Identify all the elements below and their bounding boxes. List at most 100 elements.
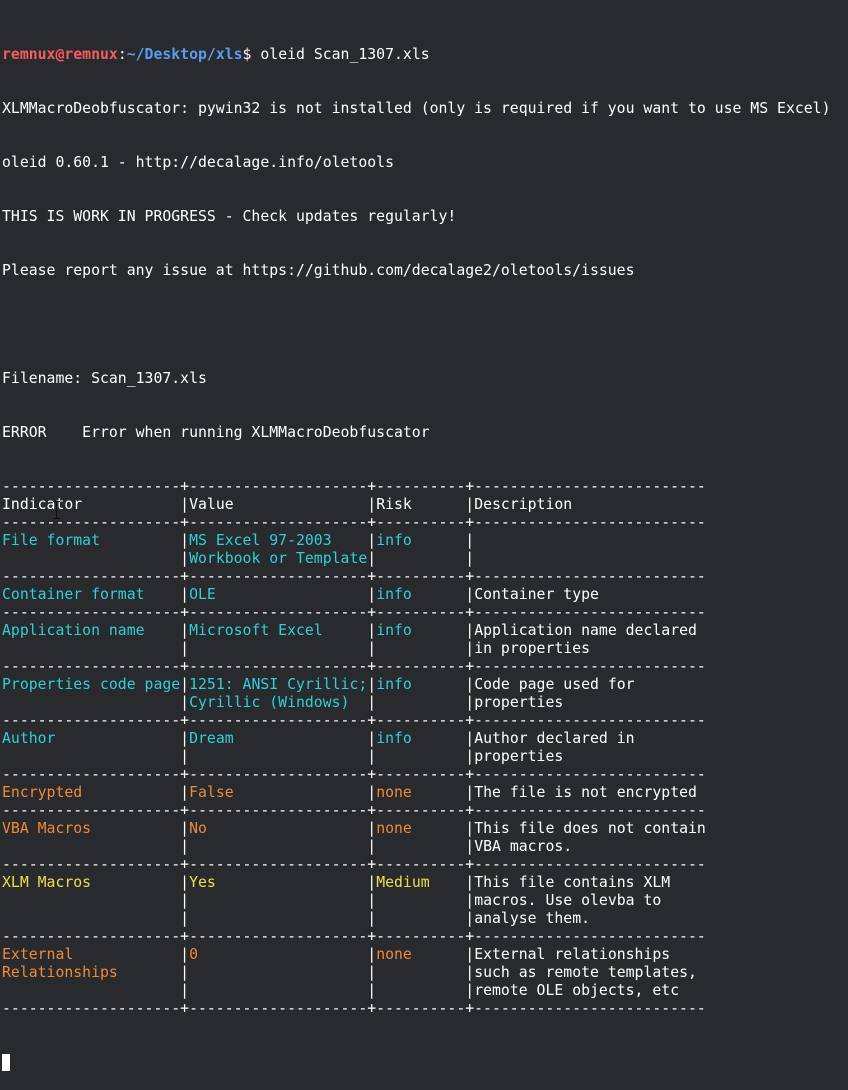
output-line: Please report any issue at https://githu…: [2, 262, 635, 279]
indicator-cell: Container format: [2, 586, 181, 603]
table-row: | | |properties: [2, 748, 848, 766]
risk-cell: [376, 838, 465, 855]
column-divider: |: [367, 730, 377, 747]
risk-cell: none: [376, 946, 466, 963]
value-cell: Yes: [189, 874, 368, 891]
table-separator: --------------------+-------------------…: [2, 856, 706, 873]
indicator-cell: [2, 892, 180, 909]
column-divider: |: [367, 838, 377, 855]
description-cell: This file does not contain: [474, 820, 706, 837]
table-separator: --------------------+-------------------…: [2, 478, 706, 495]
value-cell: Workbook or Template: [189, 550, 368, 567]
indicator-cell: [2, 640, 180, 657]
column-divider: |: [465, 964, 475, 981]
table-row: |Cyrillic (Windows) | |properties: [2, 694, 848, 712]
value-cell: [189, 838, 367, 855]
column-divider: |: [367, 496, 377, 513]
column-divider: |: [465, 586, 475, 603]
table-separator: --------------------+-------------------…: [2, 928, 706, 945]
column-divider: |: [465, 550, 475, 567]
column-divider: |: [180, 820, 190, 837]
column-divider: |: [367, 532, 377, 549]
table-row: Application name |Microsoft Excel |info …: [2, 622, 848, 640]
column-divider: |: [180, 622, 190, 639]
table-row: | | |macros. Use olevba to: [2, 892, 848, 910]
indicator-cell: [2, 838, 180, 855]
value-cell: OLE: [189, 586, 368, 603]
description-cell: in properties: [474, 640, 591, 657]
risk-cell: info: [376, 730, 466, 747]
column-divider: |: [367, 694, 377, 711]
indicator-cell: [2, 982, 180, 999]
column-divider: |: [180, 748, 190, 765]
column-divider: |: [367, 676, 377, 693]
risk-cell: info: [376, 676, 466, 693]
column-divider: |: [465, 496, 475, 513]
column-divider: |: [180, 964, 190, 981]
prompt-path: ~/Desktop/xls: [126, 46, 243, 63]
error-line: ERROR Error when running XLMMacroDeobfus…: [2, 424, 430, 441]
column-divider: |: [465, 874, 475, 891]
column-divider: |: [180, 676, 190, 693]
column-divider: |: [180, 496, 190, 513]
table-row: File format |MS Excel 97-2003 |info |: [2, 532, 848, 550]
description-cell: properties: [474, 694, 564, 711]
description-cell: properties: [474, 748, 564, 765]
column-divider: |: [367, 982, 377, 999]
column-divider: |: [180, 694, 190, 711]
indicator-cell: [2, 748, 180, 765]
column-divider: |: [180, 640, 190, 657]
text-cursor-ibeam-icon: [52, 501, 61, 519]
indicator-cell: [2, 910, 180, 927]
risk-cell: [376, 910, 465, 927]
terminal-output[interactable]: remnux@remnux:~/Desktop/xls$ oleid Scan_…: [2, 10, 848, 1090]
value-cell: MS Excel 97-2003: [189, 532, 368, 549]
table-row: VBA Macros |No |none |This file does not…: [2, 820, 848, 838]
table-row: | | |remote OLE objects, etc: [2, 982, 848, 1000]
column-divider: |: [180, 784, 190, 801]
column-divider: |: [367, 784, 377, 801]
description-cell: remote OLE objects, etc: [474, 982, 680, 999]
table-separator: --------------------+-------------------…: [2, 802, 706, 819]
prompt-line: remnux@remnux:~/Desktop/xls$ oleid Scan_…: [2, 46, 848, 64]
column-divider: |: [180, 892, 190, 909]
description-cell: Author declared in: [474, 730, 635, 747]
value-cell: [189, 892, 367, 909]
risk-cell: info: [376, 532, 466, 549]
indicator-cell: Indicator: [2, 496, 181, 513]
table-row: | | |VBA macros.: [2, 838, 848, 856]
description-cell: Description: [474, 496, 573, 513]
output-line: THIS IS WORK IN PROGRESS - Check updates…: [2, 208, 457, 225]
column-divider: |: [465, 982, 475, 999]
table-separator: --------------------+-------------------…: [2, 658, 706, 675]
value-cell: Dream: [189, 730, 368, 747]
table-row: | | |analyse them.: [2, 910, 848, 928]
column-divider: |: [367, 874, 377, 891]
column-divider: |: [367, 586, 377, 603]
table-row: |Workbook or Template| |: [2, 550, 848, 568]
column-divider: |: [465, 532, 475, 549]
table-row: XLM Macros |Yes |Medium |This file conta…: [2, 874, 848, 892]
risk-cell: [376, 640, 465, 657]
value-cell: [189, 748, 367, 765]
column-divider: |: [367, 892, 377, 909]
risk-cell: [376, 748, 465, 765]
prompt-colon: :: [117, 46, 127, 63]
prompt-dollar: $: [242, 46, 261, 63]
column-divider: |: [180, 982, 190, 999]
description-cell: Code page used for: [474, 676, 635, 693]
column-divider: |: [367, 946, 377, 963]
indicator-cell: External: [2, 946, 181, 963]
value-cell: Cyrillic (Windows): [189, 694, 368, 711]
indicator-cell: Relationships: [2, 964, 181, 981]
column-divider: |: [465, 730, 475, 747]
table-separator: --------------------+-------------------…: [2, 766, 706, 783]
column-divider: |: [465, 676, 475, 693]
column-divider: |: [465, 784, 475, 801]
indicator-cell: [2, 550, 180, 567]
risk-cell: [376, 892, 465, 909]
value-cell: [189, 910, 367, 927]
column-divider: |: [367, 910, 377, 927]
risk-cell: info: [376, 586, 466, 603]
